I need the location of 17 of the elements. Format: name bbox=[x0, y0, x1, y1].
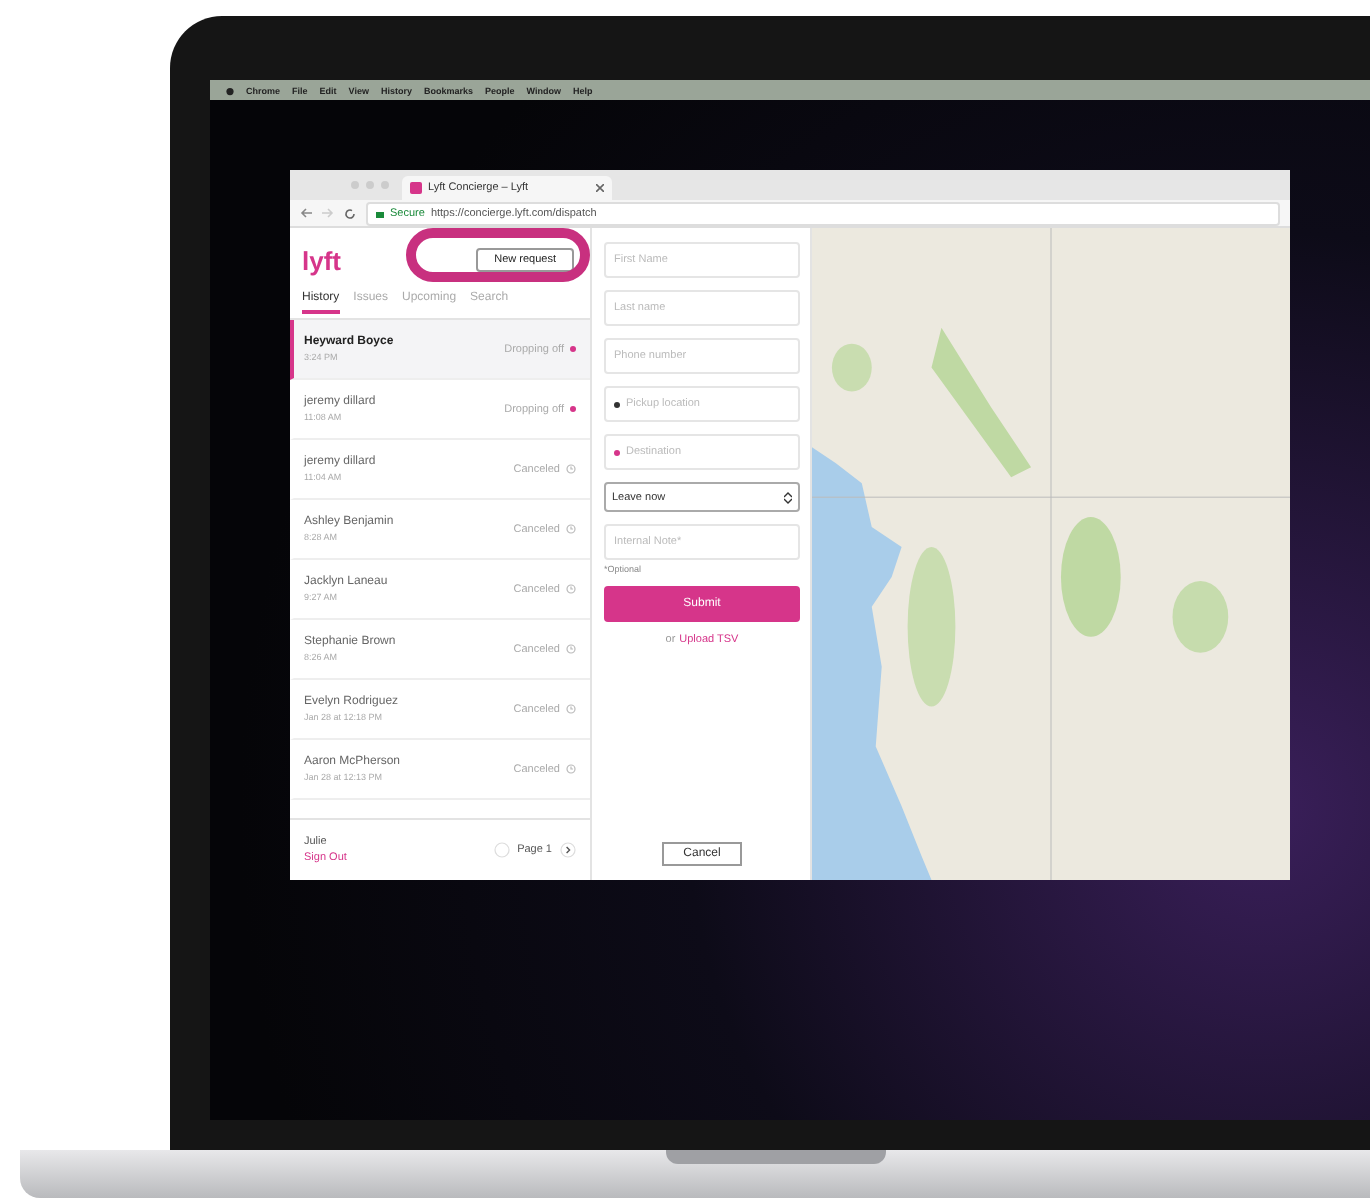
clock-icon bbox=[566, 644, 576, 654]
clock-icon bbox=[566, 704, 576, 714]
clock-icon bbox=[566, 584, 576, 594]
next-page-icon[interactable] bbox=[560, 842, 576, 858]
clock-icon bbox=[566, 764, 576, 774]
status-dot bbox=[570, 406, 576, 412]
lyft-logo: lyft bbox=[302, 245, 341, 275]
clock-icon bbox=[566, 464, 576, 474]
reload-icon[interactable] bbox=[344, 207, 356, 219]
destination-dot bbox=[614, 449, 620, 455]
app-favicon-icon bbox=[410, 182, 422, 194]
clock-icon bbox=[566, 524, 576, 534]
pickup-dot bbox=[614, 401, 620, 407]
close-icon[interactable] bbox=[596, 184, 604, 192]
updown-caret-icon bbox=[784, 491, 792, 503]
back-arrow-icon[interactable] bbox=[300, 208, 312, 218]
status-dot bbox=[570, 346, 576, 352]
